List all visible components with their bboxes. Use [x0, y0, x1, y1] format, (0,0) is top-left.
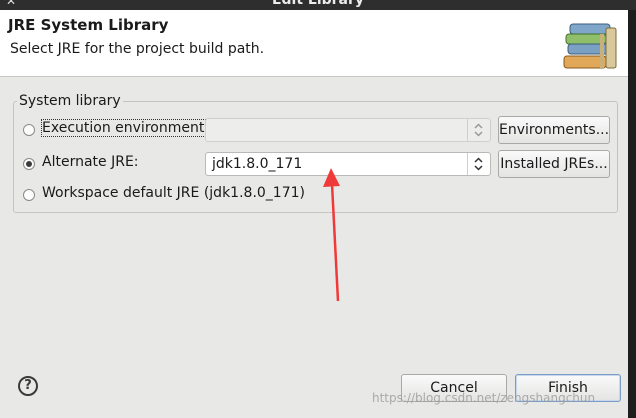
page-subtitle: Select JRE for the project build path. [10, 41, 265, 57]
library-books-icon [563, 23, 617, 69]
group-legend: System library [17, 93, 123, 109]
chevron-updown-icon [467, 119, 490, 141]
installed-jres-button[interactable]: Installed JREs... [498, 150, 610, 178]
watermark: https://blog.csdn.net/zengshangchun [372, 391, 596, 405]
alternate-jre-label[interactable]: Alternate JRE: [42, 154, 139, 170]
workspace-default-radio[interactable] [23, 189, 35, 201]
page-title: JRE System Library [8, 16, 169, 34]
window-title: Edit Library [271, 0, 365, 8]
environments-button[interactable]: Environments... [498, 116, 610, 144]
alternate-jre-radio[interactable] [23, 158, 35, 170]
execution-environment-label[interactable]: Execution environment: [40, 119, 211, 137]
alternate-jre-value: jdk1.8.0_171 [212, 156, 303, 172]
window-edge [628, 10, 636, 418]
window-titlebar: ✕ Edit Library [0, 0, 636, 10]
workspace-default-label[interactable]: Workspace default JRE (jdk1.8.0_171) [42, 185, 305, 201]
execution-environment-select[interactable] [205, 118, 491, 142]
alternate-jre-select[interactable]: jdk1.8.0_171 [205, 152, 491, 176]
dialog-header: JRE System Library Select JRE for the pr… [0, 10, 636, 77]
execution-environment-radio[interactable] [23, 124, 35, 136]
chevron-updown-icon [467, 153, 490, 175]
help-icon[interactable]: ? [18, 376, 38, 396]
